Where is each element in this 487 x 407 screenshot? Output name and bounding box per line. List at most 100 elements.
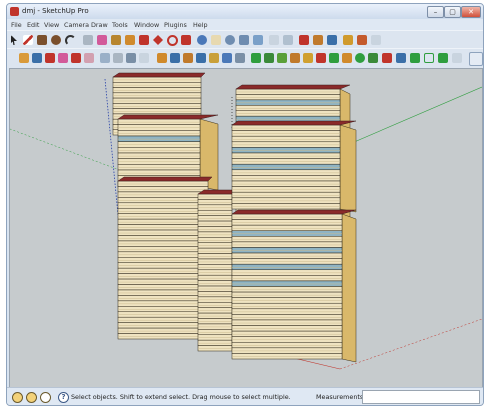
- floor-slab: [117, 202, 209, 209]
- menu-help[interactable]: Help: [193, 21, 208, 29]
- share-model-icon[interactable]: [313, 35, 323, 45]
- menu-tools[interactable]: Tools: [112, 21, 128, 29]
- credits-status-icon[interactable]: [26, 392, 37, 403]
- floor-slab: [231, 314, 343, 321]
- building-side-wall: [339, 124, 357, 213]
- arc-tool-icon[interactable]: [65, 35, 76, 46]
- pencil-tool-icon[interactable]: [23, 35, 33, 45]
- stamp-icon[interactable]: [209, 53, 219, 63]
- maximize-button[interactable]: ▢: [444, 6, 461, 18]
- geo-location-status-icon[interactable]: [12, 392, 23, 403]
- extension-warehouse-icon[interactable]: [327, 35, 337, 45]
- pan-tool-icon[interactable]: [211, 35, 221, 45]
- plugin-tool-7-icon[interactable]: [342, 53, 352, 63]
- floor-slab: [235, 105, 341, 111]
- floor-slab: [197, 231, 233, 238]
- floor-slab: [117, 289, 209, 296]
- plugin-tool-6-icon[interactable]: [329, 53, 339, 63]
- plugin-tool-15-icon[interactable]: [452, 53, 462, 63]
- plugin-tool-2-icon[interactable]: [277, 53, 287, 63]
- menu-camera[interactable]: Camera: [64, 21, 89, 29]
- user-status-icon[interactable]: [40, 392, 51, 403]
- floor-slab: [117, 278, 209, 285]
- floor-slab: [117, 118, 201, 125]
- add-detail-icon[interactable]: [235, 53, 245, 63]
- flip-edge-icon[interactable]: [251, 53, 261, 63]
- zoom-extents-icon[interactable]: [253, 35, 263, 45]
- eraser-tool-icon[interactable]: [97, 35, 107, 45]
- plugin-tool-10-icon[interactable]: [382, 53, 392, 63]
- paint-bucket-icon[interactable]: [125, 35, 135, 45]
- share-component-icon[interactable]: [343, 35, 353, 45]
- floor-slab: [112, 76, 202, 83]
- title-bar[interactable]: dmj - SketchUp Pro – ▢ ✕: [7, 4, 483, 19]
- rotate-tool-icon[interactable]: [167, 35, 178, 46]
- menu-file[interactable]: File: [11, 21, 22, 29]
- floor-slab: [235, 110, 341, 117]
- push-pull-icon[interactable]: [139, 35, 149, 45]
- menu-plugins[interactable]: Plugins: [164, 21, 187, 29]
- menu-view[interactable]: View: [44, 21, 59, 29]
- get-photo-texture-icon[interactable]: [357, 35, 367, 45]
- hidden-line-icon[interactable]: [126, 53, 136, 63]
- help-icon[interactable]: ?: [58, 392, 69, 403]
- building-model[interactable]: [112, 72, 357, 363]
- plugin-tool-11-icon[interactable]: [396, 53, 406, 63]
- close-button[interactable]: ✕: [461, 6, 481, 18]
- select-tool-icon[interactable]: [11, 35, 17, 45]
- toggle-terrain-icon[interactable]: [283, 35, 293, 45]
- floor-slab: [231, 280, 343, 287]
- floor-slab: [231, 308, 343, 315]
- building-side-wall: [341, 213, 357, 363]
- offset-tool-icon[interactable]: [181, 35, 191, 45]
- iso-view-icon[interactable]: [19, 53, 29, 63]
- model-viewport[interactable]: [9, 68, 483, 388]
- tape-measure-icon[interactable]: [111, 35, 121, 45]
- toolbar-overflow-icon[interactable]: [469, 52, 483, 66]
- plugin-tool-13-icon[interactable]: [424, 53, 434, 63]
- plugin-tool-9-icon[interactable]: [368, 53, 378, 63]
- plugin-tool-12-icon[interactable]: [410, 53, 420, 63]
- x-ray-icon[interactable]: [100, 53, 110, 63]
- menu-draw[interactable]: Draw: [91, 21, 108, 29]
- left-view-icon[interactable]: [84, 53, 94, 63]
- floor-slab: [231, 224, 343, 231]
- plugin-tool-14-icon[interactable]: [438, 53, 448, 63]
- move-tool-icon[interactable]: [153, 35, 163, 45]
- preview-google-earth-icon[interactable]: [371, 35, 381, 45]
- zoom-tool-icon[interactable]: [225, 35, 235, 45]
- rectangle-tool-icon[interactable]: [37, 35, 47, 45]
- plugin-tool-1-icon[interactable]: [264, 53, 274, 63]
- menu-edit[interactable]: Edit: [27, 21, 39, 29]
- plugin-tool-5-icon[interactable]: [316, 53, 326, 63]
- plugin-tool-8-icon[interactable]: [355, 53, 365, 63]
- wireframe-icon[interactable]: [113, 53, 123, 63]
- measurements-input[interactable]: [362, 390, 480, 404]
- drape-icon[interactable]: [222, 53, 232, 63]
- floor-slab: [231, 147, 341, 154]
- sandbox-from-scratch-icon[interactable]: [183, 53, 193, 63]
- right-view-icon[interactable]: [58, 53, 68, 63]
- floor-slab: [197, 247, 233, 254]
- plugin-tool-3-icon[interactable]: [290, 53, 300, 63]
- minimize-button[interactable]: –: [427, 6, 444, 18]
- floor-slab: [231, 263, 343, 271]
- make-component-icon[interactable]: [83, 35, 93, 45]
- top-view-icon[interactable]: [32, 53, 42, 63]
- building-roof: [235, 84, 351, 90]
- shaded-icon[interactable]: [139, 53, 149, 63]
- front-view-icon[interactable]: [45, 53, 55, 63]
- circle-tool-icon[interactable]: [51, 35, 61, 45]
- orbit-tool-icon[interactable]: [197, 35, 207, 45]
- menu-window[interactable]: Window: [134, 21, 159, 29]
- geo-location-icon[interactable]: [269, 35, 279, 45]
- zoom-window-icon[interactable]: [239, 35, 249, 45]
- smoove-icon[interactable]: [196, 53, 206, 63]
- section-plane-icon[interactable]: [157, 53, 167, 63]
- floor-slab: [197, 269, 233, 276]
- plugin-tool-4-icon[interactable]: [303, 53, 313, 63]
- back-view-icon[interactable]: [71, 53, 81, 63]
- sandbox-from-contours-icon[interactable]: [170, 53, 180, 63]
- get-models-icon[interactable]: [299, 35, 309, 45]
- scene-canvas[interactable]: [10, 69, 482, 387]
